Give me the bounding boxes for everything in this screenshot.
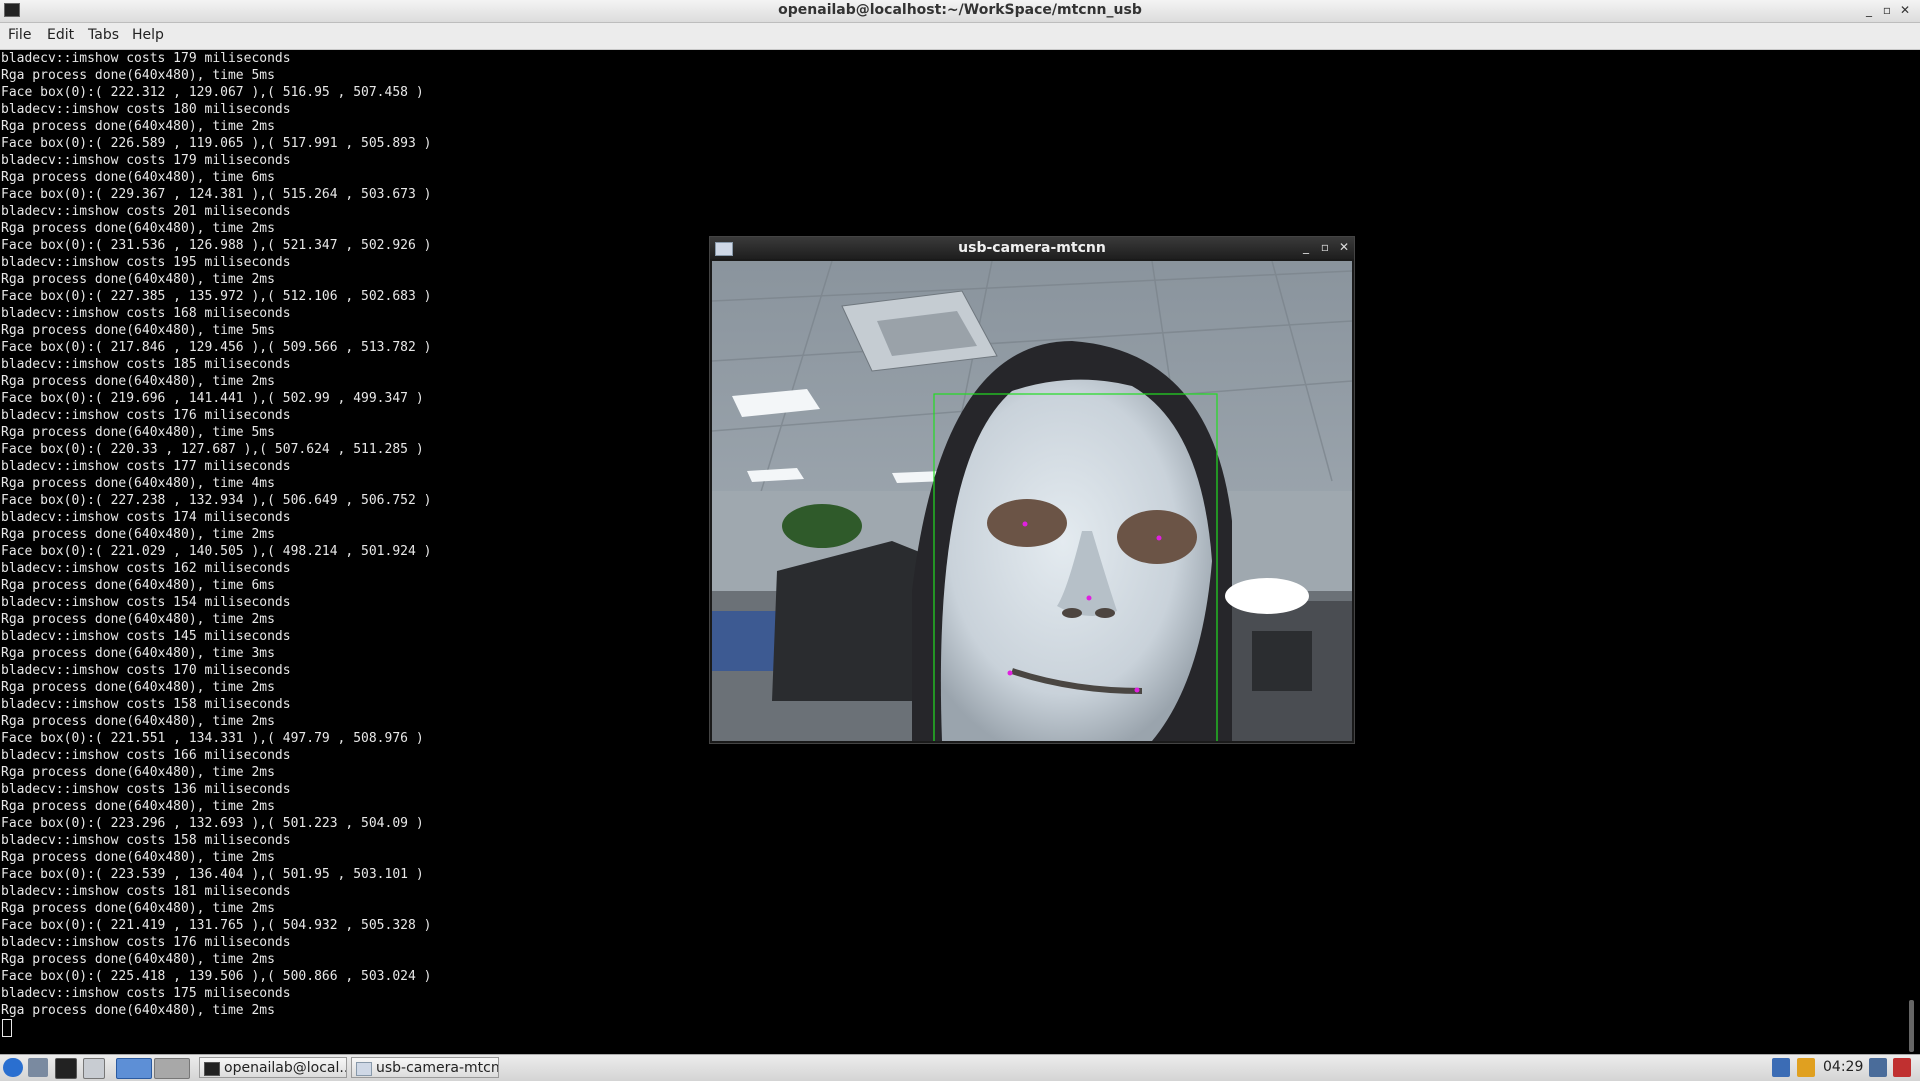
terminal-line: Face box(0):( 229.367 , 124.381 ),( 515.… <box>1 187 432 202</box>
terminal-line: bladecv::imshow costs 201 miliseconds <box>1 204 291 219</box>
terminal-line: bladecv::imshow costs 180 miliseconds <box>1 102 291 117</box>
terminal-line: Rga process done(640x480), time 2ms <box>1 765 275 780</box>
menu-help[interactable]: Help <box>132 27 164 43</box>
terminal-line: bladecv::imshow costs 158 miliseconds <box>1 833 291 848</box>
camera-task-icon <box>356 1062 372 1076</box>
camera-window-title-bar[interactable]: usb-camera-mtcnn _ ▫ ✕ <box>710 237 1354 259</box>
terminal-line: Rga process done(640x480), time 2ms <box>1 119 275 134</box>
file-manager-icon[interactable] <box>28 1058 48 1077</box>
close-button[interactable]: ✕ <box>1897 3 1913 17</box>
display-icon[interactable] <box>1869 1058 1887 1077</box>
power-icon[interactable] <box>1893 1058 1911 1077</box>
terminal-line: bladecv::imshow costs 176 miliseconds <box>1 935 291 950</box>
terminal-line: bladecv::imshow costs 166 miliseconds <box>1 748 291 763</box>
camera-minimize-button[interactable]: _ <box>1299 240 1313 254</box>
terminal-line: Face box(0):( 222.312 , 129.067 ),( 516.… <box>1 85 424 100</box>
terminal-line: Face box(0):( 226.589 , 119.065 ),( 517.… <box>1 136 432 151</box>
terminal-line: Rga process done(640x480), time 2ms <box>1 221 275 236</box>
fedora-menu-icon[interactable] <box>3 1058 23 1077</box>
terminal-line: Rga process done(640x480), time 2ms <box>1 1003 275 1018</box>
terminal-line: Face box(0):( 221.419 , 131.765 ),( 504.… <box>1 918 432 933</box>
taskbar-task-camera[interactable]: usb-camera-mtcnn <box>351 1057 499 1078</box>
network-icon[interactable] <box>1772 1058 1790 1077</box>
terminal-line: Rga process done(640x480), time 2ms <box>1 850 275 865</box>
terminal-line: bladecv::imshow costs 136 miliseconds <box>1 782 291 797</box>
landmark-right-eye <box>1156 535 1162 541</box>
scrollbar-thumb[interactable] <box>1909 1000 1914 1052</box>
terminal-cursor <box>2 1019 12 1037</box>
landmark-mouth-right <box>1134 687 1140 693</box>
terminal-scrollbar[interactable] <box>1904 50 1920 1054</box>
minimize-button[interactable]: _ <box>1861 3 1877 17</box>
camera-feed <box>712 261 1352 741</box>
terminal-line: Rga process done(640x480), time 6ms <box>1 170 275 185</box>
terminal-line: Rga process done(640x480), time 2ms <box>1 952 275 967</box>
window-title: openailab@localhost:~/WorkSpace/mtcnn_us… <box>778 2 1142 18</box>
taskbar: openailab@local... usb-camera-mtcnn 04:2… <box>0 1054 1920 1081</box>
camera-maximize-button[interactable]: ▫ <box>1318 240 1332 254</box>
terminal-line: bladecv::imshow costs 179 miliseconds <box>1 51 291 66</box>
camera-frame-image <box>712 261 1352 741</box>
terminal-line: bladecv::imshow costs 179 miliseconds <box>1 153 291 168</box>
landmark-left-eye <box>1022 521 1028 527</box>
terminal-line: Rga process done(640x480), time 2ms <box>1 799 275 814</box>
window-title-bar[interactable]: openailab@localhost:~/WorkSpace/mtcnn_us… <box>0 0 1920 23</box>
terminal-task-icon <box>204 1062 220 1076</box>
menu-tabs[interactable]: Tabs <box>88 27 119 43</box>
workspace-2-button[interactable] <box>154 1058 190 1079</box>
clock[interactable]: 04:29 <box>1823 1059 1863 1075</box>
terminal-line: Face box(0):( 223.296 , 132.693 ),( 501.… <box>1 816 424 831</box>
landmark-nose <box>1086 595 1092 601</box>
menu-bar: File Edit Tabs Help <box>0 23 1920 50</box>
window-switch-icon[interactable] <box>83 1058 105 1079</box>
terminal-launcher-icon[interactable] <box>55 1058 77 1079</box>
landmark-mouth-left <box>1007 670 1013 676</box>
menu-file[interactable]: File <box>8 27 31 43</box>
terminal-line: Face box(0):( 225.418 , 139.506 ),( 500.… <box>1 969 432 984</box>
terminal-line: bladecv::imshow costs 175 miliseconds <box>1 986 291 1001</box>
workspace-1-button[interactable] <box>116 1058 152 1079</box>
terminal-line: Face box(0):( 223.539 , 136.404 ),( 501.… <box>1 867 424 882</box>
terminal-line: Rga process done(640x480), time 5ms <box>1 68 275 83</box>
terminal-line: bladecv::imshow costs 181 miliseconds <box>1 884 291 899</box>
menu-edit[interactable]: Edit <box>47 27 74 43</box>
camera-window-title: usb-camera-mtcnn <box>958 240 1106 256</box>
maximize-button[interactable]: ▫ <box>1879 3 1895 17</box>
package-updates-icon[interactable] <box>1797 1058 1815 1077</box>
taskbar-task-terminal[interactable]: openailab@local... <box>199 1057 347 1078</box>
camera-window[interactable]: usb-camera-mtcnn _ ▫ ✕ <box>709 236 1355 744</box>
taskbar-task-label: openailab@local... <box>224 1060 347 1076</box>
taskbar-task-label: usb-camera-mtcnn <box>376 1060 499 1076</box>
camera-close-button[interactable]: ✕ <box>1337 240 1351 254</box>
terminal-line: Rga process done(640x480), time 2ms <box>1 901 275 916</box>
